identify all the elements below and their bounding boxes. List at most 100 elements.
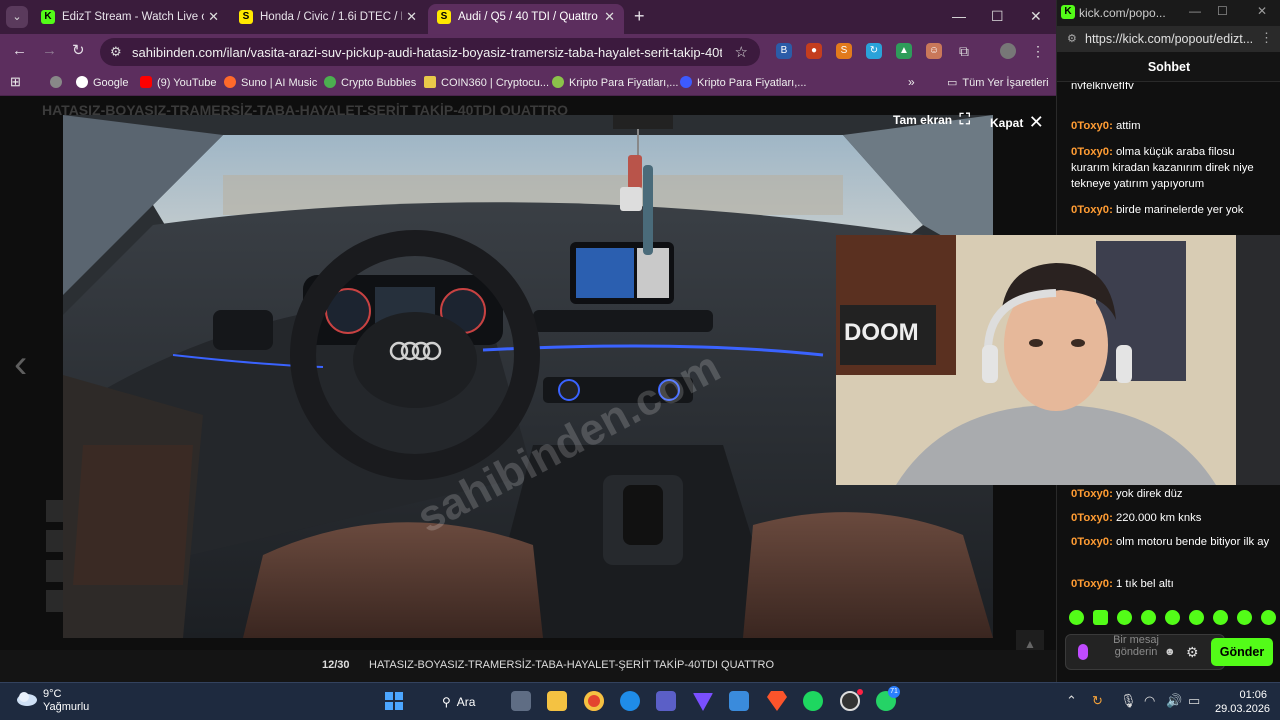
forward-icon[interactable]: →	[42, 42, 57, 60]
bookmark-crypto-bubbles[interactable]: Crypto Bubbles	[324, 76, 416, 89]
wifi-icon[interactable]: ◠	[1144, 693, 1155, 709]
bookmark-youtube[interactable]: (9) YouTube	[140, 76, 217, 89]
close-window-icon[interactable]: ✕	[1257, 4, 1267, 18]
emote-icon[interactable]	[1069, 610, 1084, 625]
poster-text: DOOM	[844, 319, 919, 346]
chat-username[interactable]: 0Toxy0:	[1071, 578, 1113, 590]
reload-icon[interactable]: ↻	[72, 42, 85, 60]
chat-username[interactable]: 0Toxy0:	[1071, 204, 1113, 216]
weather-temp: 9°C	[43, 688, 62, 700]
emote-icon[interactable]	[1189, 610, 1204, 625]
weather-widget[interactable]: 9°C Yağmurlu	[43, 688, 89, 714]
previous-photo-icon[interactable]: ‹	[14, 344, 27, 384]
windows-taskbar: 9°C Yağmurlu ⚲ Ara 71 ⌃ ↻ 🎙 ◠ 🔊 ▭ 01:06 2…	[0, 682, 1280, 720]
spotify-icon[interactable]	[803, 691, 823, 711]
volume-icon[interactable]: 🔊	[1166, 693, 1182, 709]
extension-shield-icon[interactable]: B	[776, 43, 792, 59]
close-window-icon[interactable]: ✕	[1030, 8, 1042, 25]
extension-refresh-icon[interactable]: ↻	[866, 43, 882, 59]
bookmark-chrome[interactable]	[50, 76, 67, 89]
extension-fox-icon[interactable]: ●	[806, 43, 822, 59]
kripto-icon	[680, 76, 692, 88]
kick-icon: K	[1061, 5, 1075, 19]
popout-url[interactable]: https://kick.com/popout/edizt...	[1085, 32, 1255, 46]
emote-icon[interactable]	[1237, 610, 1252, 625]
new-tab-button[interactable]: +	[634, 6, 645, 26]
fullscreen-button[interactable]: Tam ekran ⛶	[893, 111, 970, 128]
emote-icon[interactable]	[1213, 610, 1228, 625]
maximize-icon[interactable]: ☐	[991, 8, 1004, 25]
more-bookmarks-icon[interactable]: »	[908, 75, 915, 89]
tray-sync-icon[interactable]: ↻	[1092, 693, 1103, 709]
site-info-icon[interactable]: ⚙	[1067, 32, 1077, 45]
tab-search-button[interactable]: ⌄	[6, 6, 28, 28]
chat-settings-icon[interactable]: ⚙	[1186, 644, 1199, 661]
site-info-icon[interactable]: ⚙	[110, 44, 122, 60]
teams-icon[interactable]	[656, 691, 676, 711]
file-explorer-icon[interactable]	[547, 691, 567, 711]
youtube-icon	[140, 76, 152, 88]
extensions-icon[interactable]: ⧉	[956, 43, 972, 59]
weather-cloud-icon[interactable]	[16, 691, 38, 709]
extension-puzzle-green-icon[interactable]: ▲	[896, 43, 912, 59]
proton-vpn-icon[interactable]	[693, 693, 713, 711]
tab-title: Honda / Civic / 1.6i DTEC / Eleg	[260, 11, 402, 23]
taskbar-clock[interactable]: 01:06 29.03.2026	[1215, 688, 1270, 716]
taskbar-search-button[interactable]: ⚲ Ara	[430, 690, 494, 714]
emote-icon[interactable]	[1141, 610, 1156, 625]
close-tab-icon[interactable]: ✕	[208, 4, 219, 30]
back-icon[interactable]: ←	[12, 42, 27, 60]
minimize-icon[interactable]: —	[1189, 4, 1201, 18]
emote-icon[interactable]	[1117, 610, 1132, 625]
bookmark-google[interactable]: Google	[76, 76, 128, 89]
chat-username[interactable]: 0Toxy0:	[1071, 120, 1113, 132]
store-icon[interactable]	[729, 691, 749, 711]
start-icon[interactable]	[384, 691, 404, 711]
send-button[interactable]: Gönder	[1211, 638, 1273, 666]
tray-overflow-icon[interactable]: ⌃	[1066, 693, 1077, 709]
tab-kick-stream[interactable]: K EdizT Stream - Watch Live on Ki ✕	[32, 4, 228, 34]
task-view-icon[interactable]	[511, 691, 531, 711]
crypto-bubbles-icon	[324, 76, 336, 88]
emote-icon[interactable]	[1261, 610, 1276, 625]
url-text[interactable]: sahibinden.com/ilan/vasita-arazi-suv-pic…	[132, 45, 722, 60]
menu-icon[interactable]: ⋮	[1030, 43, 1046, 59]
edge-icon[interactable]	[620, 691, 640, 711]
apps-icon[interactable]: ⊞	[10, 74, 21, 90]
close-tab-icon[interactable]: ✕	[604, 4, 615, 30]
chrome-icon[interactable]	[584, 691, 604, 711]
tab-honda-civic[interactable]: S Honda / Civic / 1.6i DTEC / Eleg ✕	[230, 4, 426, 34]
emote-icon[interactable]	[1165, 610, 1180, 625]
brave-icon[interactable]	[767, 691, 787, 711]
close-tab-icon[interactable]: ✕	[406, 4, 417, 30]
all-bookmarks-folder[interactable]: ▭ Tüm Yer İşaretleri	[947, 76, 1049, 89]
maximize-icon[interactable]: ☐	[1217, 4, 1228, 18]
bookmark-suno[interactable]: Suno | AI Music	[224, 76, 317, 89]
chat-username[interactable]: 0Toxy0:	[1071, 536, 1113, 548]
bookmark-kripto-2[interactable]: Kripto Para Fiyatları,...	[680, 76, 806, 89]
minimize-icon[interactable]: —	[952, 8, 966, 24]
profile-avatar[interactable]	[1000, 43, 1016, 59]
menu-icon[interactable]: ⋮	[1260, 30, 1273, 46]
emote-icon[interactable]	[1093, 610, 1108, 625]
tray-mic-icon[interactable]: 🎙	[1120, 693, 1137, 709]
address-bar[interactable]: ⚙ sahibinden.com/ilan/vasita-arazi-suv-p…	[100, 38, 760, 66]
chat-username[interactable]: 0Toxy0:	[1071, 488, 1113, 500]
extension-s-icon[interactable]: S	[836, 43, 852, 59]
chat-username[interactable]: 0Toxy0:	[1071, 512, 1113, 524]
bookmark-coin360[interactable]: COIN360 | Cryptocu...	[424, 76, 549, 89]
popout-address-bar[interactable]: ⚙ https://kick.com/popout/edizt... ⋮	[1057, 26, 1280, 52]
emoji-icon[interactable]: ☻	[1164, 646, 1176, 658]
close-lightbox-button[interactable]: Kapat ✕	[990, 111, 1044, 132]
chat-message-input[interactable]: Bir mesaj gönderin ☻	[1065, 634, 1225, 670]
bookmark-star-icon[interactable]: ☆	[735, 43, 748, 61]
tab-audi-q5[interactable]: S Audi / Q5 / 40 TDI / Quattro De ✕	[428, 4, 624, 34]
streamer-webcam: DOOM	[836, 235, 1280, 485]
battery-icon[interactable]: ▭	[1188, 693, 1200, 709]
bookmark-label: Kripto Para Fiyatları,...	[697, 77, 807, 89]
chat-username[interactable]: 0Toxy0:	[1071, 146, 1113, 158]
fullscreen-icon: ⛶	[959, 111, 970, 128]
extension-avatar-icon[interactable]: ☺	[926, 43, 942, 59]
bookmark-kripto-1[interactable]: Kripto Para Fiyatları,...	[552, 76, 678, 89]
microphone-icon[interactable]	[1078, 644, 1088, 660]
